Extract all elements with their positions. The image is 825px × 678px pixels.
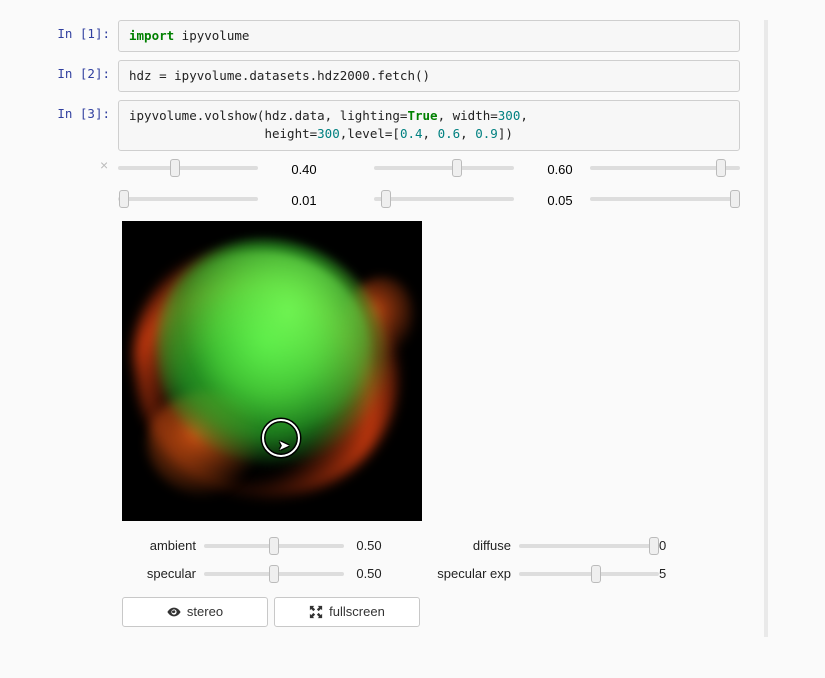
level-slider-1b[interactable] — [374, 159, 514, 177]
widget-output: × 0.40 0.60 0.01 0.05 — [118, 159, 740, 627]
code-cell-1: In [1]: import ipyvolume — [40, 20, 740, 52]
level-slider-row-2: 0.01 0.05 — [118, 190, 740, 211]
jupyter-notebook: In [1]: import ipyvolume In [2]: hdz = i… — [40, 20, 740, 627]
code-cell-3: In [3]: ipyvolume.volshow(hdz.data, ligh… — [40, 100, 740, 150]
specular-label: specular — [122, 566, 204, 581]
vertical-scrollbar[interactable] — [764, 20, 768, 637]
code-input-2[interactable]: hdz = ipyvolume.datasets.hdz2000.fetch() — [118, 60, 740, 92]
opacity-slider-2b[interactable] — [374, 190, 514, 208]
ambient-slider[interactable] — [204, 537, 344, 555]
diffuse-value: 0 — [659, 538, 679, 553]
specular-value: 0.50 — [344, 566, 394, 581]
code-cell-2: In [2]: hdz = ipyvolume.datasets.hdz2000… — [40, 60, 740, 92]
fullscreen-icon — [309, 605, 323, 619]
opacity-slider-2a[interactable] — [118, 190, 258, 208]
diffuse-slider[interactable] — [519, 537, 659, 555]
level-slider-1a[interactable] — [118, 159, 258, 177]
ambient-label: ambient — [122, 538, 204, 553]
in-prompt-1: In [1]: — [40, 20, 118, 52]
eye-icon — [167, 605, 181, 619]
ambient-value: 0.50 — [344, 538, 394, 553]
opacity-value-2b: 0.05 — [530, 193, 590, 208]
specular-exp-label: specular exp — [424, 566, 519, 581]
button-row: stereo fullscreen — [122, 597, 740, 627]
specular-exp-value: 5 — [659, 566, 679, 581]
diffuse-label: diffuse — [424, 538, 519, 553]
level-slider-1c[interactable] — [590, 159, 740, 177]
code-input-3[interactable]: ipyvolume.volshow(hdz.data, lighting=Tru… — [118, 100, 740, 150]
in-prompt-3: In [3]: — [40, 100, 118, 150]
lighting-controls: ambient 0.50 diffuse 0 specular 0.50 spe… — [122, 537, 740, 583]
opacity-value-2a: 0.01 — [274, 193, 334, 208]
stereo-label: stereo — [187, 604, 223, 619]
code-input-1[interactable]: import ipyvolume — [118, 20, 740, 52]
specular-exp-slider[interactable] — [519, 565, 659, 583]
level-value-1b: 0.60 — [530, 162, 590, 177]
fullscreen-label: fullscreen — [329, 604, 385, 619]
specular-slider[interactable] — [204, 565, 344, 583]
in-prompt-2: In [2]: — [40, 60, 118, 92]
stereo-button[interactable]: stereo — [122, 597, 268, 627]
level-value-1a: 0.40 — [274, 162, 334, 177]
close-icon[interactable]: × — [100, 157, 108, 173]
level-slider-row-1: 0.40 0.60 — [118, 159, 740, 180]
fullscreen-button[interactable]: fullscreen — [274, 597, 420, 627]
opacity-slider-2c[interactable] — [590, 190, 740, 208]
drag-indicator-ring — [262, 419, 300, 457]
volume-render-canvas[interactable]: ➤ — [122, 221, 422, 521]
